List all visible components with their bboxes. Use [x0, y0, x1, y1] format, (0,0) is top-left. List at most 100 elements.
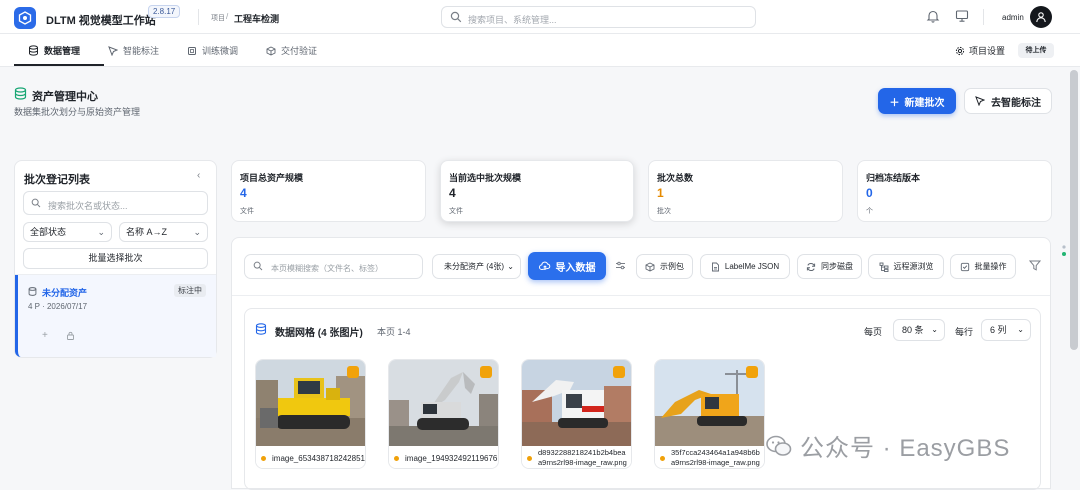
stat-unit: 文件	[449, 208, 463, 215]
search-icon	[253, 261, 263, 271]
per-row-select[interactable]: 6 列 ⌄	[981, 319, 1031, 341]
import-data-button[interactable]: 导入数据	[528, 252, 606, 280]
tab-delivery[interactable]: 交付验证	[266, 34, 317, 67]
bell-icon[interactable]	[926, 9, 940, 23]
plus-icon: ＋	[889, 97, 900, 109]
image-thumbnail[interactable]: image_194932492119676...	[388, 359, 499, 469]
remote-browse-button[interactable]: 远程源浏览	[868, 254, 944, 279]
status-filter-value: 全部状态	[30, 227, 67, 237]
file-name: 35f7cca243464a1a948b6b	[671, 448, 760, 457]
wechat-icon	[766, 435, 792, 456]
cube-icon	[266, 45, 276, 56]
sort-select[interactable]: 名称 A→Z ⌄	[119, 222, 208, 242]
image-thumbnail[interactable]: 35f7cca243464a1a948b6b a9rns2rl98-image_…	[654, 359, 765, 469]
tab-data-management[interactable]: 数据管理	[28, 34, 80, 67]
image-thumbnail[interactable]: image_653438718242851...	[255, 359, 366, 469]
per-page-label: 每页	[864, 327, 883, 337]
active-tab-indicator	[14, 64, 104, 66]
batch-list-panel: 批次登记列表 ‹ 搜索批次名或状态... 全部状态 ⌄ 名称 A→Z ⌄ 批量选择批…	[14, 160, 217, 358]
stat-value: 1	[657, 186, 664, 200]
status-badge-icon	[746, 366, 758, 378]
cpu-icon	[188, 46, 196, 55]
batch-operation-button[interactable]: 批量操作	[950, 254, 1016, 279]
file-name: image_194932492119676...	[405, 454, 498, 463]
breadcrumb-project[interactable]: 工程车检测	[234, 12, 279, 25]
page-scrollbar[interactable]	[1070, 70, 1078, 350]
app-logo-icon[interactable]	[14, 7, 36, 29]
sort-value: 名称 A→Z	[126, 227, 168, 237]
batch-search-input[interactable]: 搜索批次名或状态...	[23, 191, 208, 215]
thumbnail-caption: 35f7cca243464a1a948b6b a9rns2rl98-image_…	[655, 446, 764, 468]
user-divider	[983, 9, 984, 25]
batch-filter-select[interactable]: 未分配资产 (4张) ⌄	[432, 254, 521, 279]
batch-list-title: 批次登记列表	[24, 174, 90, 186]
per-page-value: 80 条	[902, 325, 924, 335]
module-tab-bar: 数据管理 智能标注 训练微调 交付验证	[0, 34, 1080, 67]
batch-select-button[interactable]: 批量选择批次	[23, 248, 208, 269]
stat-label: 当前选中批次规模	[449, 173, 522, 183]
search-icon	[450, 11, 462, 23]
sliders-icon[interactable]	[615, 260, 626, 271]
sample-pack-label: 示例包	[660, 262, 684, 271]
watermark-text: 公众号 · EasyGBS	[800, 435, 1011, 462]
cloud-upload-icon	[538, 261, 550, 270]
lock-icon[interactable]	[66, 331, 75, 340]
version-badge: 2.8.17	[148, 5, 181, 18]
pending-upload-badge[interactable]: 待上传	[1018, 43, 1054, 58]
tab-label: 智能标注	[123, 46, 160, 56]
status-filter-select[interactable]: 全部状态 ⌄	[23, 222, 112, 242]
sync-disk-label: 同步磁盘	[821, 262, 853, 271]
breadcrumb-slash: /	[226, 12, 229, 21]
breadcrumb-divider	[198, 9, 199, 25]
labelme-json-label: LabelMe JSON	[724, 262, 780, 271]
per-page-select[interactable]: 80 条 ⌄	[893, 319, 945, 341]
batch-list-item[interactable]: 未分配资产 标注中 4 P · 2026/07/17 +	[15, 275, 216, 357]
status-badge-icon	[347, 366, 359, 378]
stat-label: 批次总数	[657, 173, 694, 183]
project-settings-label: 项目设置	[969, 46, 1006, 56]
image-thumbnail[interactable]: d8932288218241b2b4bea a9rns2rl98-image_r…	[521, 359, 632, 469]
chevron-down-icon: ⌄	[97, 227, 105, 237]
stat-card-selected-batch: 当前选中批次规模 4 文件	[440, 160, 634, 222]
go-annotation-label: 去智能标注	[991, 97, 1041, 109]
project-settings-button[interactable]: 项目设置	[955, 44, 1005, 57]
status-dot	[660, 456, 665, 461]
chevron-down-icon: ⌄	[1017, 325, 1024, 334]
avatar[interactable]	[1030, 6, 1052, 28]
chevron-down-icon: ⌄	[507, 262, 514, 271]
batch-operation-label: 批量操作	[974, 262, 1007, 271]
grid-title: 数据网格 (4 张图片)	[275, 328, 363, 339]
sync-disk-button[interactable]: 同步磁盘	[797, 254, 862, 279]
search-icon	[31, 198, 41, 208]
add-icon[interactable]: +	[42, 330, 48, 341]
tab-training[interactable]: 训练微调	[187, 34, 238, 67]
sample-pack-button[interactable]: 示例包	[636, 254, 693, 279]
file-icon	[711, 262, 719, 271]
page-title: 资产管理中心	[32, 91, 98, 103]
status-dot	[527, 456, 532, 461]
new-batch-button[interactable]: ＋ 新建批次	[878, 88, 956, 114]
stat-unit: 个	[866, 208, 873, 215]
app-title: DLTM 视觉模型工作站	[46, 15, 156, 27]
database-icon	[14, 87, 27, 100]
global-search-input[interactable]: 搜索项目、系统管理...	[441, 6, 756, 28]
status-dot	[261, 456, 266, 461]
database-icon	[28, 287, 37, 296]
cursor-icon	[108, 45, 118, 56]
go-annotation-button[interactable]: 去智能标注	[964, 88, 1052, 114]
monitor-icon[interactable]	[955, 9, 969, 23]
filter-icon[interactable]	[1029, 260, 1041, 271]
checkbox-icon	[960, 262, 969, 271]
stat-card-total-assets: 项目总资产规模 4 文件	[231, 160, 426, 222]
username[interactable]: admin	[1002, 13, 1024, 22]
side-handle-icon[interactable]	[1061, 243, 1067, 259]
page-search-input[interactable]: 本页模糊搜索（文件名、标签）	[244, 254, 423, 279]
tab-smart-annotation[interactable]: 智能标注	[108, 34, 159, 67]
grid-range: 本页 1-4	[377, 327, 411, 337]
chevron-down-icon: ⌄	[931, 325, 938, 334]
collapse-chevron-icon[interactable]: ‹	[197, 170, 200, 181]
top-bar: DLTM 视觉模型工作站 2.8.17 项目 / 工程车检测 搜索项目、系统管理…	[0, 0, 1080, 34]
labelme-json-button[interactable]: LabelMe JSON	[700, 254, 790, 279]
import-data-label: 导入数据	[555, 262, 596, 274]
stat-value: 0	[866, 186, 873, 200]
